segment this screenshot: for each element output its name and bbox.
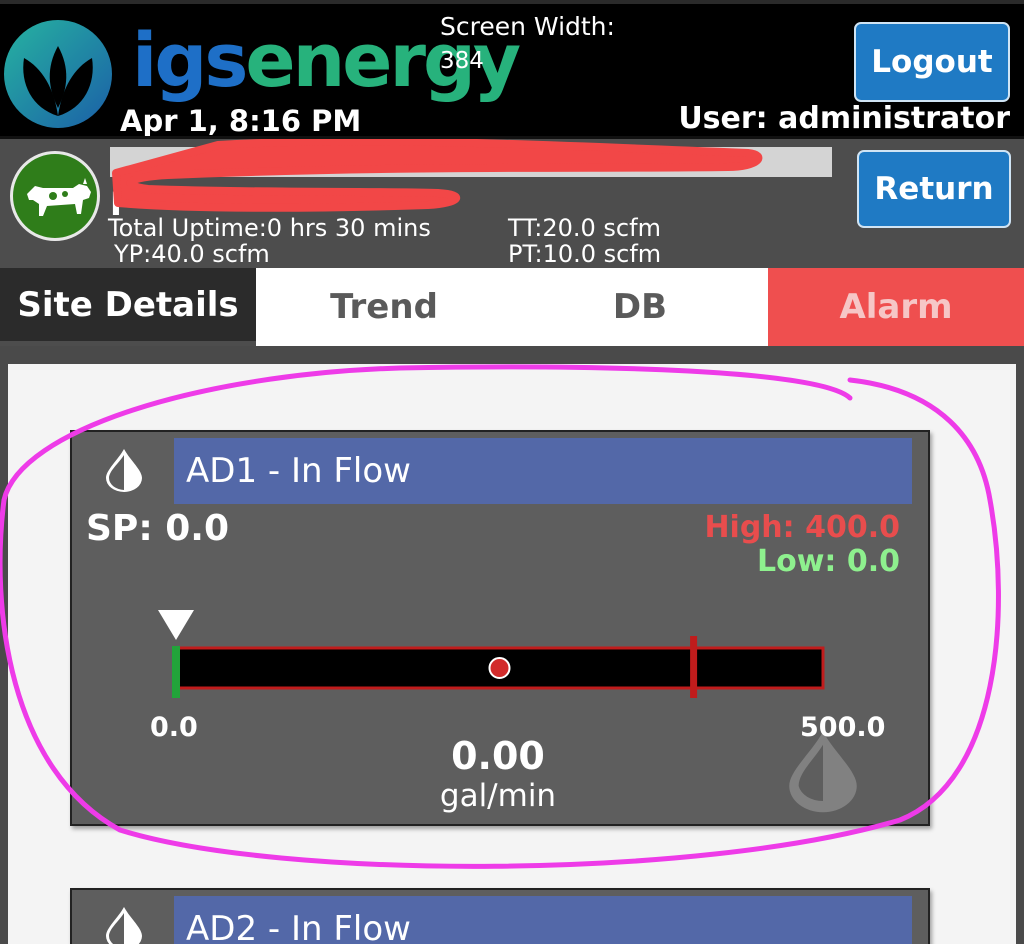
redaction-scribble [112, 139, 763, 212]
high-limit-label: High: 400.0 [704, 510, 900, 545]
tab-site-details[interactable]: Site Details [0, 268, 256, 346]
current-user: User: administrator [678, 101, 1010, 136]
sensor-card-ad2[interactable]: AD2 - In Flow [70, 888, 930, 944]
app-header: igsenergy Screen Width: 384 Apr 1, 8:16 … [0, 0, 1024, 138]
flow-gauge [158, 610, 825, 698]
tab-alarm[interactable]: Alarm [768, 268, 1024, 346]
return-button[interactable]: Return [857, 150, 1011, 228]
card-title: AD1 - In Flow [174, 438, 912, 504]
sensor-card-ad1[interactable]: AD1 - In Flow SP: 0.0 High: 400.0 Low: 0… [70, 430, 930, 826]
water-drop-icon [106, 907, 142, 944]
setpoint-pointer-icon [158, 610, 194, 640]
tab-db[interactable]: DB [512, 268, 768, 346]
pt-reading: PT:10.0 scfm [508, 240, 662, 268]
screen-width-value: 384 [440, 48, 484, 74]
total-uptime: Total Uptime:0 hrs 30 mins [108, 214, 431, 242]
water-drop-icon [106, 449, 142, 492]
low-limit-label: Low: 0.0 [756, 544, 900, 579]
brand-igs: igs [132, 18, 248, 104]
flow-reading-unit: gal/min [439, 778, 557, 814]
card-title: AD2 - In Flow [174, 896, 912, 944]
datetime: Apr 1, 8:16 PM [120, 104, 362, 138]
screen-width-label: Screen Width: [440, 12, 615, 41]
tab-trend[interactable]: Trend [256, 268, 512, 346]
logout-button[interactable]: Logout [854, 22, 1010, 102]
flow-reading-value: 0.00 [451, 734, 545, 778]
setpoint-label: SP: 0.0 [86, 508, 230, 549]
gauge-value-dot [488, 657, 511, 679]
yp-reading: YP:40.0 scfm [114, 240, 270, 268]
igs-logo-icon [4, 20, 112, 128]
cow-icon [10, 151, 100, 241]
tt-reading: TT:20.0 scfm [508, 214, 661, 242]
tab-bar: Site Details Trend DB Alarm [0, 268, 1024, 346]
